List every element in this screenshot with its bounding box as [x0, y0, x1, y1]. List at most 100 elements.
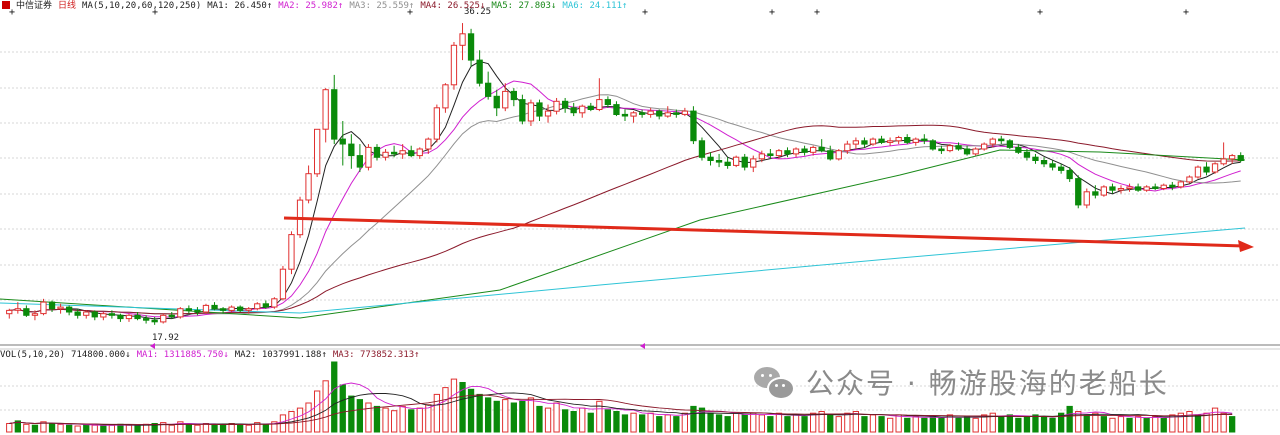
candle-body [1160, 184, 1167, 189]
volume-bar [544, 407, 552, 433]
volume-bar [194, 424, 201, 433]
volume-bar [168, 424, 175, 433]
volume-bar [365, 402, 372, 433]
candle-body [1075, 178, 1082, 206]
volume-bar [887, 417, 894, 433]
candle-body [31, 313, 39, 316]
vol-value: 714800.000↓ [71, 350, 131, 360]
volume-bar [801, 416, 808, 433]
trend-arrow-line [283, 216, 1245, 248]
volume-bar [895, 414, 902, 433]
volume-bar [1220, 412, 1227, 433]
volume-bar [502, 399, 509, 433]
candle-body [1203, 166, 1210, 173]
volume-bar [758, 414, 766, 433]
candle-body [1006, 140, 1014, 148]
candle-body [707, 156, 714, 161]
volume-bar [1092, 412, 1099, 433]
volume-bar [1032, 414, 1039, 433]
candle-body [459, 33, 466, 46]
candle-body [1083, 191, 1090, 206]
candlesticks[interactable] [6, 23, 1244, 325]
candle-body [365, 146, 372, 168]
event-marker: + [814, 7, 820, 18]
volume-bar [1040, 416, 1048, 433]
volume-bar [1100, 416, 1107, 433]
candle-body [1229, 155, 1236, 160]
candle-body [1117, 188, 1125, 191]
volume-bar [1066, 405, 1073, 433]
volume-bar [331, 361, 338, 433]
stock-name[interactable]: 中信证券 [16, 1, 52, 11]
candle-body [254, 303, 261, 310]
candle-body [536, 102, 543, 117]
volume-bar [322, 380, 329, 433]
volume-bar [1109, 417, 1116, 433]
ma-settings-label: MA(5,10,20,60,120,250) [82, 1, 202, 11]
candle-body [989, 138, 996, 145]
candle-body [425, 138, 432, 150]
ma120-line [0, 149, 1246, 319]
volume-bar [553, 402, 560, 433]
candle-body [570, 107, 577, 114]
volume-bar [621, 414, 629, 433]
candle-body [1032, 156, 1039, 161]
candle-body [1194, 166, 1202, 178]
event-marker: + [1183, 7, 1189, 18]
candle-body [134, 314, 141, 320]
volume-bar [963, 416, 971, 433]
candle-body [792, 148, 800, 155]
candle-body [143, 318, 150, 321]
candle-body [750, 158, 757, 168]
volume-bar [869, 414, 877, 433]
volume-bar [91, 424, 98, 433]
candle-body [1040, 160, 1048, 165]
candle-body [818, 146, 825, 152]
volume-bar [861, 416, 868, 433]
candle-body [339, 138, 346, 145]
candle-body [656, 110, 663, 117]
volume-bar [1143, 417, 1150, 433]
volume-bar [100, 425, 107, 433]
volume-bar [382, 407, 389, 433]
candle-body [40, 301, 47, 315]
volume-bar [1023, 416, 1031, 433]
candle-body [66, 306, 73, 313]
candle-body [664, 112, 671, 117]
candle-body [673, 112, 680, 115]
candle-body [100, 313, 107, 318]
volume-bar [493, 400, 500, 433]
ma60-line [9, 124, 1241, 315]
volume-bar [570, 411, 577, 433]
candle-body [467, 33, 475, 61]
volume-bar [775, 412, 783, 433]
candle-body [1126, 186, 1133, 189]
candle-body [527, 102, 535, 122]
candle-body [938, 148, 945, 152]
volume-bar [356, 399, 364, 433]
candle-body [775, 150, 783, 157]
candle-body [604, 99, 612, 105]
candle-body [408, 150, 415, 157]
volume-bar [1194, 414, 1202, 433]
volume-bar [485, 397, 492, 433]
candle-body [630, 112, 637, 117]
candle-body [1211, 163, 1219, 173]
volume-bar [450, 378, 458, 433]
volume-bar [536, 405, 543, 433]
candle-body [553, 100, 560, 112]
candle-body [698, 140, 706, 158]
volume-bar [433, 393, 441, 433]
candle-body [724, 161, 731, 166]
volume-bar [827, 414, 834, 433]
volume-bar [314, 390, 321, 433]
period-label[interactable]: 日线 [58, 1, 76, 11]
candle-body [305, 173, 312, 201]
candle-body [245, 308, 252, 311]
volume-bar [510, 402, 518, 433]
volume-bar [1006, 414, 1014, 433]
candle-body [237, 306, 244, 311]
candle-body [844, 143, 851, 152]
volume-bar [108, 424, 115, 433]
volume-bar [1229, 416, 1236, 433]
